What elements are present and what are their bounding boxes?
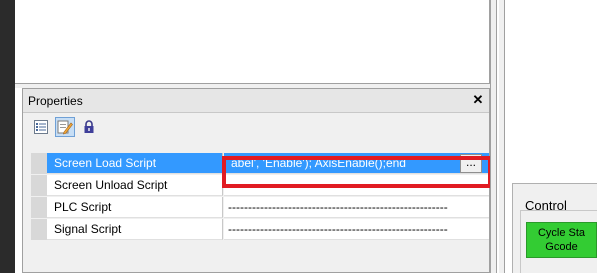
vertical-splitter[interactable] bbox=[490, 0, 497, 273]
properties-title: Properties bbox=[28, 94, 83, 108]
cycle-button-line1: Cycle Sta bbox=[537, 227, 586, 239]
left-dark-strip bbox=[0, 0, 15, 273]
top-blank-panel bbox=[15, 0, 490, 84]
lock-icon[interactable] bbox=[79, 117, 99, 137]
highlight-box bbox=[222, 156, 492, 188]
property-row-plc-script[interactable]: PLC Script -----------------------------… bbox=[31, 197, 489, 218]
properties-toolbar bbox=[23, 113, 489, 141]
control-group-label: Control bbox=[525, 198, 567, 213]
property-value[interactable]: ----------------------------------------… bbox=[224, 197, 489, 218]
row-gutter bbox=[31, 153, 47, 174]
property-name: Screen Unload Script bbox=[47, 175, 223, 196]
close-icon[interactable]: ✕ bbox=[470, 92, 486, 108]
property-name: Signal Script bbox=[47, 219, 223, 240]
cycle-button-line2: Gcode bbox=[545, 241, 578, 253]
property-name: PLC Script bbox=[47, 197, 223, 218]
row-gutter bbox=[31, 197, 47, 218]
categorized-list-icon[interactable] bbox=[31, 117, 51, 137]
row-gutter bbox=[31, 219, 47, 240]
property-row-signal-script[interactable]: Signal Script --------------------------… bbox=[31, 219, 489, 240]
cycle-start-button[interactable]: Cycle Sta Gcode bbox=[526, 222, 597, 258]
row-gutter bbox=[31, 175, 47, 196]
properties-title-bar: Properties ✕ bbox=[23, 89, 489, 113]
edit-script-icon[interactable] bbox=[55, 117, 75, 137]
property-name: Screen Load Script bbox=[47, 153, 223, 174]
property-value[interactable]: ----------------------------------------… bbox=[224, 219, 489, 240]
